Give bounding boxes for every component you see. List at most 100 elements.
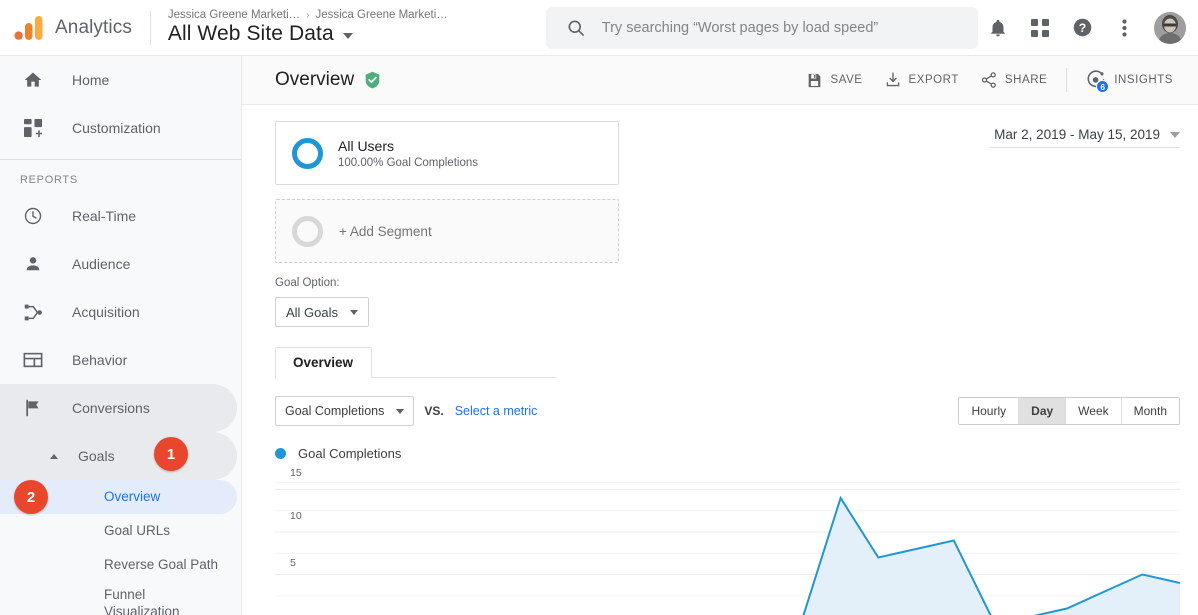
sidebar-item-acquisition[interactable]: Acquisition (0, 288, 237, 336)
verified-shield-icon (365, 71, 380, 89)
topbar-actions: ? (978, 8, 1198, 48)
y-tick-15: 15 (290, 467, 302, 479)
legend-color-dot (275, 448, 286, 459)
sidebar-subitem-reverse-goal-path[interactable]: Reverse Goal Path (0, 548, 237, 582)
view-name: All Web Site Data (167, 22, 334, 45)
export-icon (886, 72, 899, 87)
add-segment-label: + Add Segment (339, 223, 432, 239)
insights-badge-count: 6 (1096, 80, 1110, 93)
vs-label: VS. (424, 404, 444, 418)
top-bar: Analytics Jessica Greene Marketi… › Jess… (0, 0, 1198, 56)
sidebar-item-label: Goals (78, 448, 115, 464)
apps-grid-icon[interactable] (1020, 8, 1060, 48)
customization-icon (22, 118, 44, 138)
segment-card-all-users[interactable]: All Users 100.00% Goal Completions (275, 121, 619, 185)
page-title: Overview (275, 69, 355, 90)
save-icon (809, 73, 821, 87)
granularity-week[interactable]: Week (1066, 398, 1122, 424)
insights-label: INSIGHTS (1114, 74, 1173, 86)
avatar[interactable] (1154, 11, 1186, 44)
analytics-logo-block[interactable]: Analytics (0, 15, 132, 41)
sidebar-item-label: Audience (72, 256, 131, 272)
date-range-text: Mar 2, 2019 - May 15, 2019 (994, 127, 1160, 142)
chevron-down-icon (350, 309, 359, 315)
sidebar-item-behavior[interactable]: Behavior (0, 336, 237, 384)
sidebar-item-label: Acquisition (72, 304, 140, 320)
share-button[interactable]: SHARE (970, 66, 1058, 94)
insights-button[interactable]: 6 INSIGHTS (1075, 64, 1184, 96)
sidebar-item-goals[interactable]: Goals (0, 432, 237, 480)
segments-zone: All Users 100.00% Goal Completions + Add… (242, 105, 1198, 263)
sidebar-item-label: Conversions (72, 400, 150, 416)
breadcrumb[interactable]: Jessica Greene Marketi… › Jessica Greene… (168, 9, 448, 21)
goal-option-label: Goal Option: (275, 277, 340, 289)
brand-divider (149, 10, 151, 45)
insights-icon: 6 (1086, 70, 1110, 93)
goal-option-select[interactable]: All Goals (275, 297, 370, 327)
add-segment-donut-icon (292, 215, 323, 247)
sidebar-item-label: Customization (72, 120, 161, 136)
select-a-metric-link[interactable]: Select a metric (455, 404, 538, 418)
bell-icon (991, 19, 1005, 36)
sidebar-item-real-time[interactable]: Real-Time (0, 192, 237, 240)
search-bar[interactable] (545, 6, 978, 49)
notifications-icon[interactable] (978, 8, 1018, 48)
clock-icon (22, 206, 44, 226)
save-label: SAVE (830, 74, 863, 86)
behavior-icon (22, 350, 44, 370)
sidebar-section-reports: REPORTS (20, 174, 78, 186)
granularity-day[interactable]: Day (1019, 398, 1067, 424)
goal-option-value: All Goals (286, 304, 339, 320)
home-icon (22, 70, 44, 90)
sidebar-item-conversions[interactable]: Conversions (0, 384, 237, 432)
save-button[interactable]: SAVE (796, 67, 873, 94)
share-label: SHARE (1004, 74, 1048, 86)
date-range-selector[interactable]: Mar 2, 2019 - May 15, 2019 (990, 127, 1180, 148)
metric-select[interactable]: Goal Completions (275, 396, 415, 426)
svg-text:?: ? (1078, 21, 1085, 35)
sidebar-item-home[interactable]: Home (0, 56, 237, 104)
goal-option-zone: Goal Option: All Goals (242, 277, 1198, 327)
tab-overview[interactable]: Overview (275, 347, 373, 378)
chevron-down-icon[interactable] (342, 33, 353, 39)
sidebar-item-customization[interactable]: Customization (0, 104, 237, 152)
add-segment-button[interactable]: + Add Segment (275, 199, 619, 263)
granularity-hourly[interactable]: Hourly (959, 398, 1020, 424)
segment-donut-icon (292, 137, 323, 169)
segment-title: All Users (338, 137, 395, 154)
step-badge-1: 1 (154, 437, 188, 471)
export-label: EXPORT (908, 74, 959, 86)
legend-label: Goal Completions (298, 446, 402, 461)
chart-legend: Goal Completions (275, 446, 1198, 461)
header-actions: SAVE EXPORT SHARE 6 INSIGHTS (796, 64, 1184, 96)
metric-controls-row: Goal Completions VS. Select a metric Hou… (242, 396, 1198, 426)
search-icon (568, 19, 584, 36)
breadcrumb-property[interactable]: Jessica Greene Marketi… (315, 9, 447, 21)
sidebar-item-audience[interactable]: Audience (0, 240, 237, 288)
property-selector[interactable]: Jessica Greene Marketi… › Jessica Greene… (168, 9, 448, 46)
chevron-down-icon (1170, 131, 1180, 138)
grid-icon (1031, 18, 1049, 37)
view-selector[interactable]: All Web Site Data (168, 22, 448, 46)
brand-name: Analytics (55, 16, 132, 38)
step-badge-2: 2 (14, 480, 48, 514)
goal-completions-chart[interactable]: 15 10 5 (275, 467, 1180, 615)
sidebar-subitem-funnel-visualization[interactable]: Funnel Visualization (0, 582, 237, 615)
export-button[interactable]: EXPORT (874, 66, 970, 94)
page-header: Overview SAVE EXPORT SHARE 6 INSIGHTS (242, 56, 1198, 105)
breadcrumb-account[interactable]: Jessica Greene Marketi… (168, 9, 300, 21)
segment-text: All Users 100.00% Goal Completions (338, 138, 478, 169)
sidebar-subitem-goal-urls[interactable]: Goal URLs (0, 514, 237, 548)
question-circle-icon: ? (1073, 18, 1091, 37)
search-input[interactable] (601, 19, 978, 36)
sidebar-subitem-label: Reverse Goal Path (104, 556, 219, 572)
more-options-icon[interactable] (1104, 8, 1144, 48)
sidebar: Home Customization REPORTS Real-Time Aud… (0, 56, 242, 615)
acquisition-icon (22, 302, 44, 323)
sidebar-subitem-label: Goal URLs (104, 522, 171, 538)
help-icon[interactable]: ? (1062, 8, 1102, 48)
sidebar-item-label: Real-Time (72, 208, 137, 224)
share-icon (981, 72, 996, 88)
granularity-month[interactable]: Month (1121, 398, 1179, 424)
breadcrumb-separator: › (306, 9, 310, 21)
